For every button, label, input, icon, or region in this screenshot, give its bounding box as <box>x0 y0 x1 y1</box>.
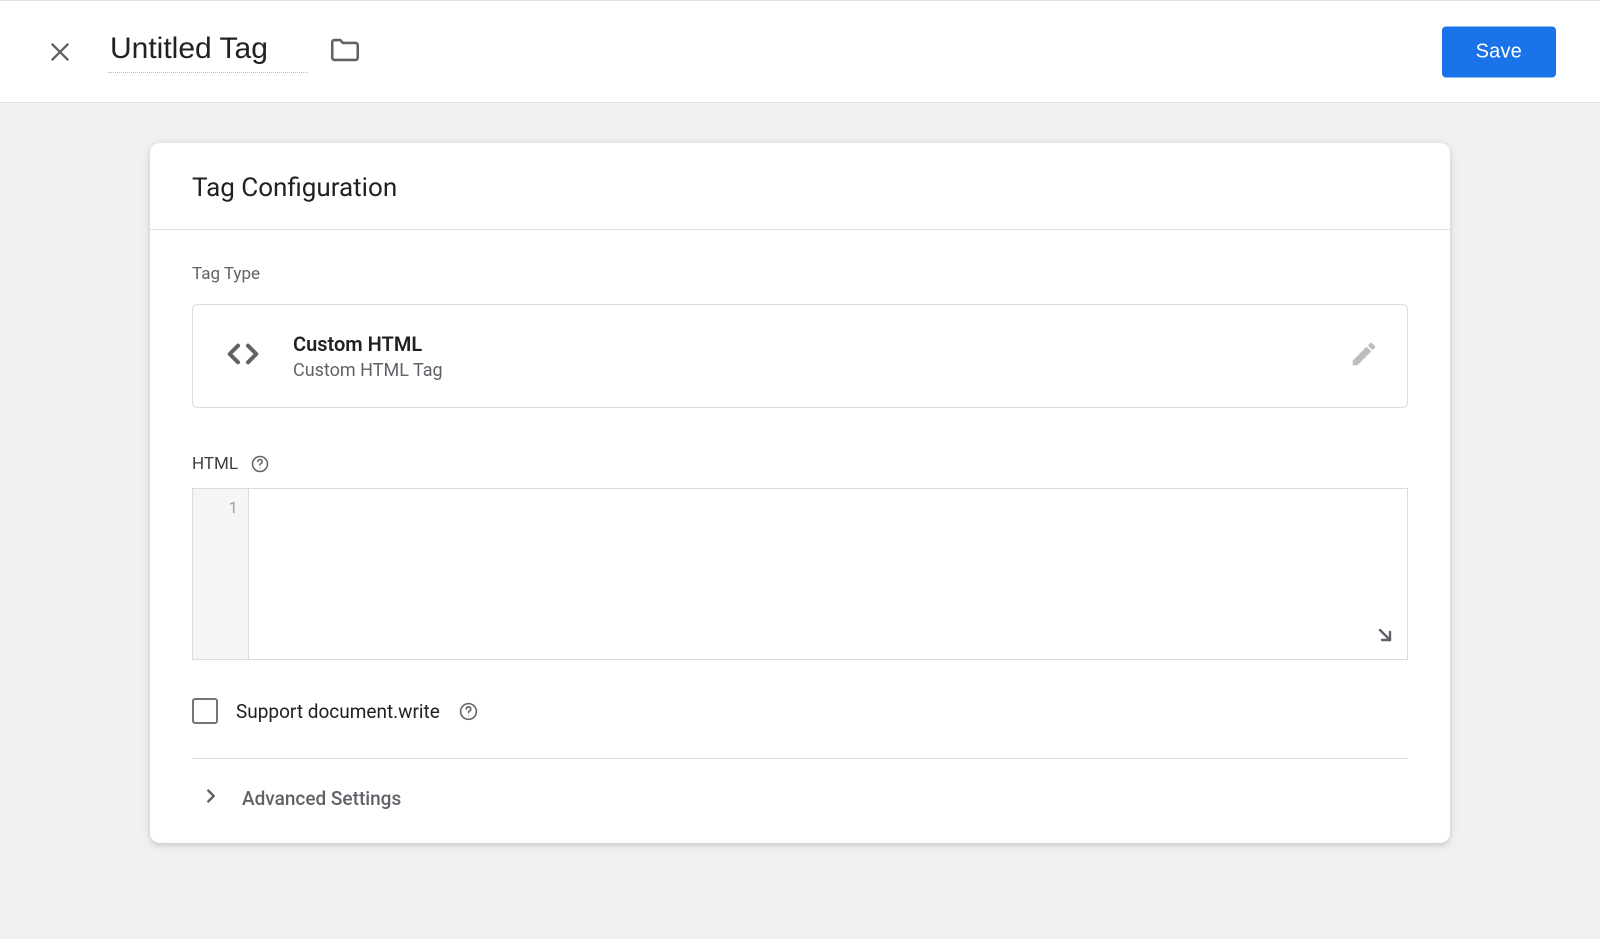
top-bar: Save <box>0 0 1600 103</box>
advanced-settings-label: Advanced Settings <box>242 787 401 810</box>
tag-title-input[interactable] <box>108 30 308 73</box>
html-editor-textarea[interactable] <box>249 489 1407 659</box>
chevron-right-icon <box>200 785 222 811</box>
edit-tag-type-button[interactable] <box>1349 339 1379 373</box>
html-field-label: HTML <box>192 454 238 474</box>
help-icon <box>458 701 479 722</box>
tag-type-text: Custom HTML Custom HTML Tag <box>293 332 443 381</box>
support-document-write-label: Support document.write <box>236 700 440 723</box>
save-button[interactable]: Save <box>1442 26 1556 77</box>
line-number: 1 <box>193 497 248 518</box>
workspace: Tag Configuration Tag Type Custom HTML C… <box>0 103 1600 939</box>
editor-resize-handle[interactable] <box>1373 623 1397 651</box>
pencil-icon <box>1349 339 1379 369</box>
tag-type-name: Custom HTML <box>293 332 443 356</box>
tag-type-subtitle: Custom HTML Tag <box>293 360 443 381</box>
tag-config-card: Tag Configuration Tag Type Custom HTML C… <box>150 143 1450 843</box>
help-icon <box>250 454 270 474</box>
support-document-write-help-button[interactable] <box>458 701 479 722</box>
support-document-write-checkbox[interactable] <box>192 698 218 724</box>
folder-button[interactable] <box>328 33 362 71</box>
folder-icon <box>328 33 362 67</box>
card-title: Tag Configuration <box>150 143 1450 230</box>
editor-gutter: 1 <box>193 489 249 659</box>
advanced-settings-toggle[interactable]: Advanced Settings <box>192 759 1408 843</box>
tag-type-label: Tag Type <box>192 264 1408 284</box>
resize-icon <box>1373 623 1397 647</box>
html-help-button[interactable] <box>250 454 270 474</box>
tag-type-selector[interactable]: Custom HTML Custom HTML Tag <box>192 304 1408 408</box>
close-button[interactable] <box>44 36 76 68</box>
html-editor: 1 <box>192 488 1408 660</box>
close-icon <box>47 39 73 65</box>
code-icon <box>223 334 263 378</box>
